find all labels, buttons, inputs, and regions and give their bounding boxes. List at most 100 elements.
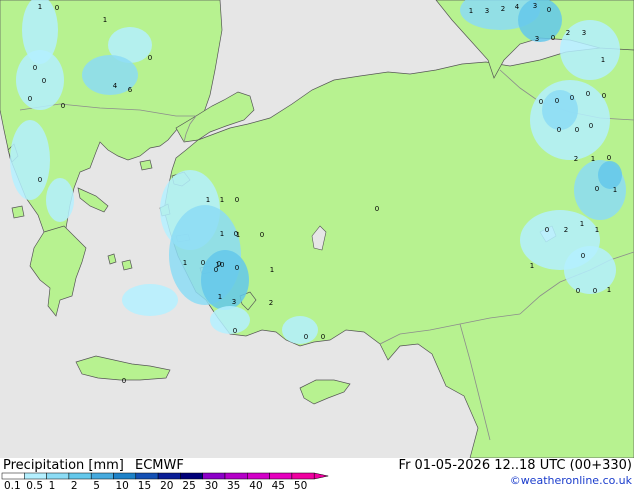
precip-patch	[598, 161, 622, 189]
scale-swatch	[291, 472, 315, 480]
precip-patch	[210, 306, 250, 334]
scale-label: 20	[160, 480, 173, 490]
precip-cell-value: 0	[234, 230, 238, 238]
legend-title: Precipitation [mm]	[3, 458, 124, 473]
precip-cell-value: 2	[501, 5, 505, 13]
precip-cell-value: 1	[220, 230, 224, 238]
precip-cell-value: 2	[574, 155, 578, 163]
precip-cell-value: 0	[55, 4, 59, 12]
scale-label: 5	[93, 480, 100, 490]
precip-patch	[122, 284, 178, 316]
precip-patch	[201, 250, 249, 310]
precip-cell-value: 0	[61, 102, 65, 110]
scale-swatch	[269, 472, 293, 480]
precip-cell-value: 0	[586, 90, 590, 98]
scale-label: 30	[205, 480, 218, 490]
scale-label: 40	[249, 480, 262, 490]
precip-cell-value: 1	[38, 3, 42, 11]
scale-swatch	[180, 472, 203, 480]
precip-cell-value: 1	[595, 226, 599, 234]
scale-swatch	[224, 472, 248, 480]
precip-cell-value: 0	[570, 94, 574, 102]
precip-cell-value: 1	[183, 259, 187, 267]
precip-cell-value: 0	[602, 92, 606, 100]
scale-swatch	[46, 472, 70, 480]
precip-cell-value: 0	[593, 287, 597, 295]
precip-cell-value: 0	[304, 333, 308, 341]
scale-swatch	[68, 472, 92, 480]
precip-cell-value: 1	[530, 262, 534, 270]
precip-cell-value: 10	[216, 261, 225, 269]
precip-patch	[518, 0, 562, 42]
precip-cell-value: 0	[539, 98, 543, 106]
scale-label: 15	[138, 480, 151, 490]
precip-cell-value: 0	[595, 185, 599, 193]
precip-cell-value: 1	[580, 220, 584, 228]
scale-label: 50	[294, 480, 307, 490]
precip-cell-value: 0	[321, 333, 325, 341]
precipitation-map: 1 010004 60001 3 2 4 3 03 02 310 0 0 0 00 0 02 1 00 11 1 01 1…	[0, 0, 634, 458]
precip-cell-value: 0	[201, 259, 205, 267]
precip-cell-value: 0	[581, 252, 585, 260]
legend-model: ECMWF	[135, 458, 184, 473]
precip-cell-value: 2	[566, 29, 570, 37]
precip-cell-value: 1	[270, 266, 274, 274]
scale-label: 0.5	[26, 480, 43, 490]
precip-patch	[10, 120, 50, 200]
precip-cell-value: 1	[469, 7, 473, 15]
scale-swatch	[157, 472, 181, 480]
precip-patch	[16, 50, 64, 110]
precip-cell-value: 1	[220, 196, 224, 204]
precip-cell-value: 6	[128, 86, 133, 94]
precip-cell-value: 1	[607, 286, 611, 294]
naxos-land	[121, 259, 133, 271]
precip-cell-value: 0	[38, 176, 42, 184]
precip-patch	[46, 178, 74, 222]
precip-cell-value: 1	[591, 155, 595, 163]
precip-cell-value: 0	[576, 287, 580, 295]
precip-cell-value: 0	[375, 205, 379, 213]
precip-cell-value: 0	[589, 122, 593, 130]
precip-cell-value: 0	[148, 54, 152, 62]
credit-link[interactable]: ©weatheronline.co.uk	[510, 474, 632, 487]
scale-label: 10	[116, 480, 129, 490]
scale-swatch	[202, 472, 226, 480]
scale-label: 45	[272, 480, 285, 490]
precip-cell-value: 0	[233, 327, 237, 335]
precip-cell-value: 0	[557, 126, 561, 134]
scale-swatch	[24, 472, 47, 480]
scale-label: 35	[227, 480, 240, 490]
precip-cell-value: 3	[535, 35, 539, 43]
precip-cell-value: 2	[564, 226, 568, 234]
scale-label: 2	[71, 480, 78, 490]
precip-cell-value: 1	[218, 293, 222, 301]
precip-cell-value: 1	[103, 16, 107, 24]
precip-cell-value: 4	[113, 82, 118, 90]
precip-cell-value: 0	[547, 6, 551, 14]
precip-cell-value: 0	[42, 77, 46, 85]
precip-cell-value: 0	[551, 34, 555, 42]
scale-swatch	[1, 472, 25, 480]
precip-patch	[282, 316, 318, 344]
precip-cell-value: 1	[613, 186, 617, 194]
precip-cell-value: 0	[545, 226, 549, 234]
scale-swatch	[90, 472, 114, 480]
precip-cell-value: 1	[601, 56, 605, 64]
precip-cell-value: 0	[122, 377, 126, 385]
precip-cell-value: 0	[235, 264, 239, 272]
precip-cell-value: 2	[269, 299, 273, 307]
precip-cell-value: 4	[515, 3, 520, 11]
precip-cell-value: 0	[33, 64, 37, 72]
precip-cell-value: 0	[575, 126, 579, 134]
legend-bar: Precipitation [mm] ECMWF Fr 01-05-2026 1…	[0, 458, 634, 490]
precip-cell-value: 3	[582, 29, 586, 37]
precipitation-color-scale: 0.1 0.5 1 2 5 10 15 20 25 30 35 40 45 50	[1, 472, 329, 490]
scale-swatch	[135, 472, 159, 480]
scale-label: 0.1	[4, 480, 21, 490]
precip-cell-value: 3	[232, 298, 236, 306]
kefalonia-land	[11, 205, 25, 219]
precip-cell-value: 0	[260, 231, 264, 239]
precip-cell-value: 0	[555, 97, 559, 105]
precip-cell-value: 0	[607, 154, 611, 162]
scale-swatch	[247, 472, 270, 480]
